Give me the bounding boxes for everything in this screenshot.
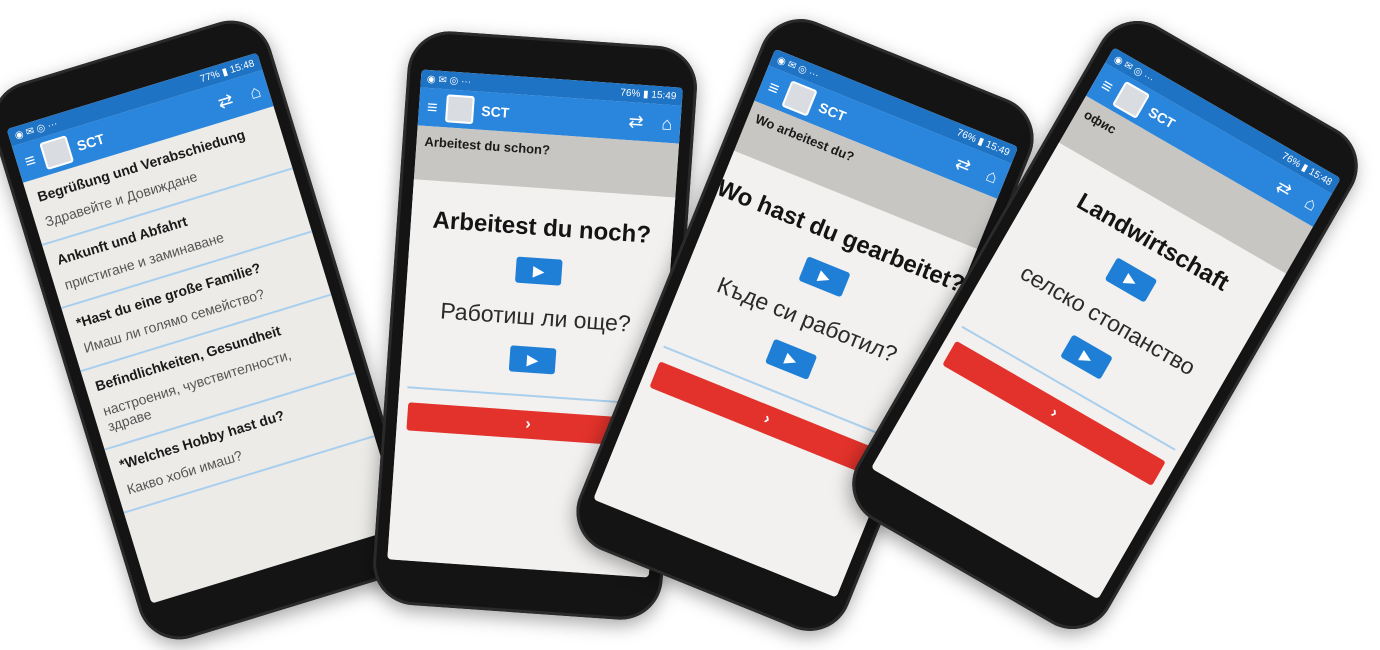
topic-list: Begrüßung und Verabschiedung Здравейте и… — [23, 106, 402, 603]
play-icon: ▶ — [1076, 347, 1096, 368]
chevron-right-icon: › — [524, 415, 532, 433]
swap-language-icon[interactable]: ⇄ — [952, 152, 973, 176]
play-german-button[interactable]: ▶ — [1104, 257, 1158, 303]
play-bulgarian-button[interactable]: ▶ — [1060, 334, 1113, 380]
app-logo — [38, 135, 74, 171]
hamburger-menu-icon[interactable]: ≡ — [426, 97, 438, 118]
swap-language-icon[interactable]: ⇄ — [1272, 176, 1295, 201]
notification-icons: ◉ ✉ ◎ ··· — [426, 73, 472, 88]
phone-topic-list: ◉ ✉ ◎ ··· 77% ▮ 15:48 ≡ SCT ⇄ ⌂ Begrüßun… — [0, 10, 429, 650]
home-icon[interactable]: ⌂ — [661, 113, 673, 134]
next-button[interactable]: › — [942, 340, 1166, 486]
play-german-button[interactable]: ▶ — [514, 256, 563, 286]
play-german-button[interactable]: ▶ — [798, 256, 851, 298]
play-icon: ▶ — [815, 267, 833, 288]
phrase-german: Arbeitest du noch? — [431, 206, 652, 249]
swap-language-icon[interactable]: ⇄ — [628, 111, 644, 132]
home-icon[interactable]: ⌂ — [1301, 192, 1320, 215]
play-icon: ▶ — [532, 262, 546, 281]
swap-language-icon[interactable]: ⇄ — [215, 89, 235, 113]
battery-time: 76% ▮ 15:49 — [619, 86, 677, 102]
play-bulgarian-button[interactable]: ▶ — [508, 345, 557, 375]
hamburger-menu-icon[interactable]: ≡ — [765, 77, 782, 99]
hamburger-menu-icon[interactable]: ≡ — [22, 150, 38, 172]
screen: ◉ ✉ ◎ ··· 77% ▮ 15:48 ≡ SCT ⇄ ⌂ Begrüßun… — [6, 52, 403, 604]
app-title: SCT — [480, 102, 510, 121]
chevron-right-icon: › — [1047, 404, 1061, 422]
home-icon[interactable]: ⌂ — [247, 81, 263, 103]
play-icon: ▶ — [1121, 270, 1140, 291]
phrase-bulgarian: Работиш ли още? — [439, 297, 632, 337]
app-logo — [444, 94, 475, 125]
play-icon: ▶ — [782, 349, 800, 370]
app-logo — [780, 80, 818, 117]
chevron-right-icon: › — [761, 410, 773, 428]
play-bulgarian-button[interactable]: ▶ — [764, 338, 818, 380]
home-icon[interactable]: ⌂ — [983, 165, 1001, 188]
play-icon: ▶ — [526, 351, 539, 370]
hamburger-menu-icon[interactable]: ≡ — [1097, 75, 1116, 98]
